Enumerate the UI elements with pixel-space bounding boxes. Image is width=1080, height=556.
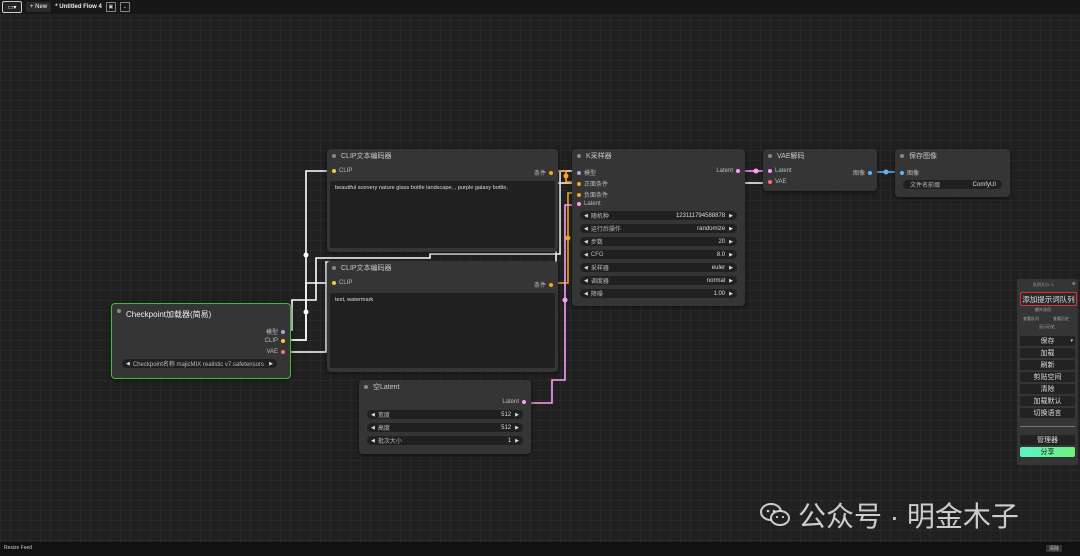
clip-text-encode-negative-node[interactable]: CLIP文本编码器 CLIP 条件 text, watermark: [327, 261, 558, 372]
denoise-widget[interactable]: ◀ 降噪 1.00 ▶: [580, 289, 737, 298]
queue-control-panel: 队列大小: 1 ⚙ 添加提示词队列 额外选项 查看队列 查看历史 显示历史 保存…: [1017, 279, 1078, 465]
queue-prompt-button[interactable]: 添加提示词队列: [1020, 292, 1077, 306]
seed-widget[interactable]: ◀ 随机种 123111794588878 ▶: [580, 211, 737, 220]
sampler-widget[interactable]: ◀ 采样器 euler ▶: [580, 263, 737, 272]
save-image-node[interactable]: 保存图像 图像 文件名前缀 ComfyUI: [895, 149, 1010, 197]
model-input-port[interactable]: 模型: [577, 168, 596, 177]
watermark: 公众号 · 明金木子: [760, 495, 1019, 535]
clip-input-port[interactable]: CLIP: [332, 168, 352, 174]
node-title[interactable]: Checkpoint加载器(简易): [112, 304, 290, 324]
model-output-port[interactable]: 模型: [266, 327, 285, 336]
node-title[interactable]: CLIP文本编码器: [327, 261, 558, 275]
batch-size-widget[interactable]: ◀ 批次大小 1 ▶: [367, 436, 523, 445]
right-arrow-icon[interactable]: ▶: [269, 361, 273, 367]
prompt-textarea[interactable]: text, watermark: [330, 293, 555, 368]
load-default-button[interactable]: 加载默认: [1020, 396, 1075, 406]
image-output-port[interactable]: 图像: [853, 168, 872, 177]
save-button[interactable]: 保存 ▾: [1020, 336, 1075, 346]
latent-input-port[interactable]: Latent: [577, 201, 601, 207]
switch-language-button[interactable]: 切换语言: [1020, 408, 1075, 418]
latent-input-port[interactable]: Latent: [768, 168, 792, 174]
node-title[interactable]: VAE解码: [763, 149, 877, 163]
control-after-generate-widget[interactable]: ◀ 运行后操作 randomize ▶: [580, 224, 737, 233]
vae-input-port[interactable]: VAE: [768, 179, 787, 185]
watermark-text: 公众号 · 明金木子: [798, 501, 1019, 532]
conditioning-output-port[interactable]: 条件: [534, 280, 553, 289]
bottom-bar: Resize Feed 清除: [0, 542, 1080, 556]
refresh-button[interactable]: 刷新: [1020, 360, 1075, 370]
divider: [1020, 426, 1075, 427]
resize-feed-button[interactable]: Resize Feed: [4, 545, 32, 551]
positive-input-port[interactable]: 正面条件: [577, 179, 608, 188]
view-history-button[interactable]: 查看历史: [1053, 316, 1069, 322]
latent-output-port[interactable]: Latent: [502, 399, 526, 405]
height-widget[interactable]: ◀ 高度 512 ▶: [367, 423, 523, 432]
manager-button[interactable]: 管理器: [1020, 435, 1075, 445]
clip-text-encode-positive-node[interactable]: CLIP文本编码器 CLIP 条件 beautiful scenery natu…: [327, 149, 558, 252]
chevron-down-icon[interactable]: ▾: [1070, 338, 1073, 344]
node-title[interactable]: 保存图像: [895, 149, 1010, 163]
checkpoint-loader-node[interactable]: Checkpoint加载器(简易) 模型 CLIP VAE ◀ Checkpoi…: [111, 303, 291, 379]
vae-decode-node[interactable]: VAE解码 Latent VAE 图像: [763, 149, 877, 191]
wechat-icon: [760, 502, 790, 528]
show-history-button[interactable]: 显示历史: [1039, 324, 1055, 330]
negative-input-port[interactable]: 负面条件: [577, 190, 608, 199]
extra-options-checkbox[interactable]: 额外选项: [1035, 307, 1051, 313]
node-title[interactable]: K采样器: [572, 149, 745, 163]
filename-prefix-widget[interactable]: 文件名前缀 ComfyUI: [903, 180, 1002, 189]
checkpoint-name-selector[interactable]: ◀ Checkpoint名称 majicMIX realistic v7.saf…: [122, 359, 277, 368]
node-title[interactable]: 空Latent: [359, 380, 531, 394]
steps-widget[interactable]: ◀ 步数 20 ▶: [580, 237, 737, 246]
clipspace-button[interactable]: 剪贴空间: [1020, 372, 1075, 382]
scheduler-widget[interactable]: ◀ 调度器 normal ▶: [580, 276, 737, 285]
load-button[interactable]: 加载: [1020, 348, 1075, 358]
gear-icon[interactable]: ⚙: [1072, 281, 1076, 286]
vae-output-port[interactable]: VAE: [266, 349, 285, 355]
latent-output-port[interactable]: Latent: [716, 168, 740, 174]
share-button[interactable]: 分享: [1020, 447, 1075, 457]
clip-output-port[interactable]: CLIP: [265, 338, 285, 344]
prompt-textarea[interactable]: beautiful scenery nature glass bottle la…: [330, 181, 555, 248]
ksampler-node[interactable]: K采样器 模型 正面条件 负面条件 Latent Latent ◀ 随机种 1231…: [572, 149, 745, 306]
cfg-widget[interactable]: ◀ CFG 8.0 ▶: [580, 250, 737, 259]
view-queue-button[interactable]: 查看队列: [1023, 316, 1039, 322]
conditioning-output-port[interactable]: 条件: [534, 168, 553, 177]
empty-latent-node[interactable]: 空Latent Latent ◀ 宽度 512 ▶ ◀ 高度 512 ▶ ◀ 批次大小 1 ▶: [359, 380, 531, 454]
queue-size-label: 队列大小: 1: [1033, 282, 1054, 287]
clip-input-port[interactable]: CLIP: [332, 280, 352, 286]
width-widget[interactable]: ◀ 宽度 512 ▶: [367, 410, 523, 419]
clear-button[interactable]: 清除: [1020, 384, 1075, 394]
node-title[interactable]: CLIP文本编码器: [327, 149, 558, 163]
clear-feed-button[interactable]: 清除: [1046, 545, 1063, 552]
image-input-port[interactable]: 图像: [900, 168, 919, 177]
